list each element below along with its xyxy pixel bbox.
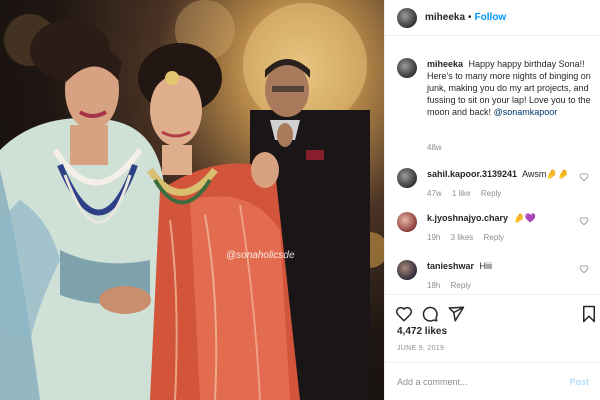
header-username[interactable]: miheeka: [425, 12, 465, 23]
post-header: miheeka • Follow: [385, 0, 600, 36]
comment-age: 47w: [427, 189, 442, 198]
comment-item: tanieshwar Hiii 18h Reply: [397, 260, 597, 290]
comment-avatar[interactable]: [397, 212, 417, 232]
post-actions: [385, 294, 600, 326]
heart-icon[interactable]: [395, 305, 413, 323]
caption-text: miheeka Happy happy birthday Sona!! Here…: [427, 58, 591, 118]
separator-dot: •: [468, 12, 472, 23]
post-side-panel: miheeka • Follow miheeka Happy happy bir…: [384, 0, 600, 400]
comment-likes[interactable]: 3 likes: [451, 233, 474, 242]
comment-avatar[interactable]: [397, 168, 417, 188]
avatar[interactable]: [397, 7, 417, 28]
post-date: JUNE 9, 2019: [397, 345, 445, 352]
comment-username[interactable]: tanieshwar: [427, 261, 474, 271]
share-icon[interactable]: [447, 305, 465, 323]
comment-age: 18h: [427, 281, 441, 290]
comment-item: k.jyoshnajyo.chary 🤌💜 19h 3 likes Reply: [397, 212, 597, 242]
comment-avatar[interactable]: [397, 260, 417, 280]
add-comment-bar: Add a comment... Post: [385, 362, 600, 400]
post-comment-button[interactable]: Post: [569, 377, 589, 387]
comment-like-heart-icon[interactable]: [579, 264, 589, 274]
comment-age: 19h: [427, 233, 441, 242]
comment-text: Awsm🤌🤌: [522, 169, 569, 179]
comment-like-heart-icon[interactable]: [579, 216, 589, 226]
caption: miheeka Happy happy birthday Sona!! Here…: [397, 58, 595, 118]
comment-like-heart-icon[interactable]: [579, 172, 589, 182]
comment-text: 🤌💜: [513, 213, 536, 223]
follow-button[interactable]: Follow: [475, 12, 507, 23]
caption-username[interactable]: miheeka: [427, 59, 463, 69]
comment-icon[interactable]: [421, 305, 439, 323]
post-photo[interactable]: @sonaholicsde: [0, 0, 384, 400]
photo-watermark: @sonaholicsde: [226, 250, 295, 261]
comment-item: sahil.kapoor.3139241 Awsm🤌🤌 47w 1 like R…: [397, 168, 597, 198]
photo-illustration: [0, 0, 384, 400]
comment-text: Hiii: [479, 261, 493, 271]
caption-mention[interactable]: @sonamkapoor: [494, 107, 558, 117]
comment-username[interactable]: sahil.kapoor.3139241: [427, 169, 517, 179]
comment-reply-button[interactable]: Reply: [451, 281, 471, 290]
comment-reply-button[interactable]: Reply: [481, 189, 501, 198]
caption-avatar[interactable]: [397, 58, 417, 78]
comment-username[interactable]: k.jyoshnajyo.chary: [427, 213, 508, 223]
caption-age: 48w: [427, 143, 442, 152]
comment-reply-button[interactable]: Reply: [484, 233, 504, 242]
comment-likes[interactable]: 1 like: [452, 189, 471, 198]
likes-count[interactable]: 4,472 likes: [397, 326, 447, 337]
bookmark-icon[interactable]: [581, 305, 597, 323]
add-comment-input[interactable]: Add a comment...: [397, 377, 569, 387]
